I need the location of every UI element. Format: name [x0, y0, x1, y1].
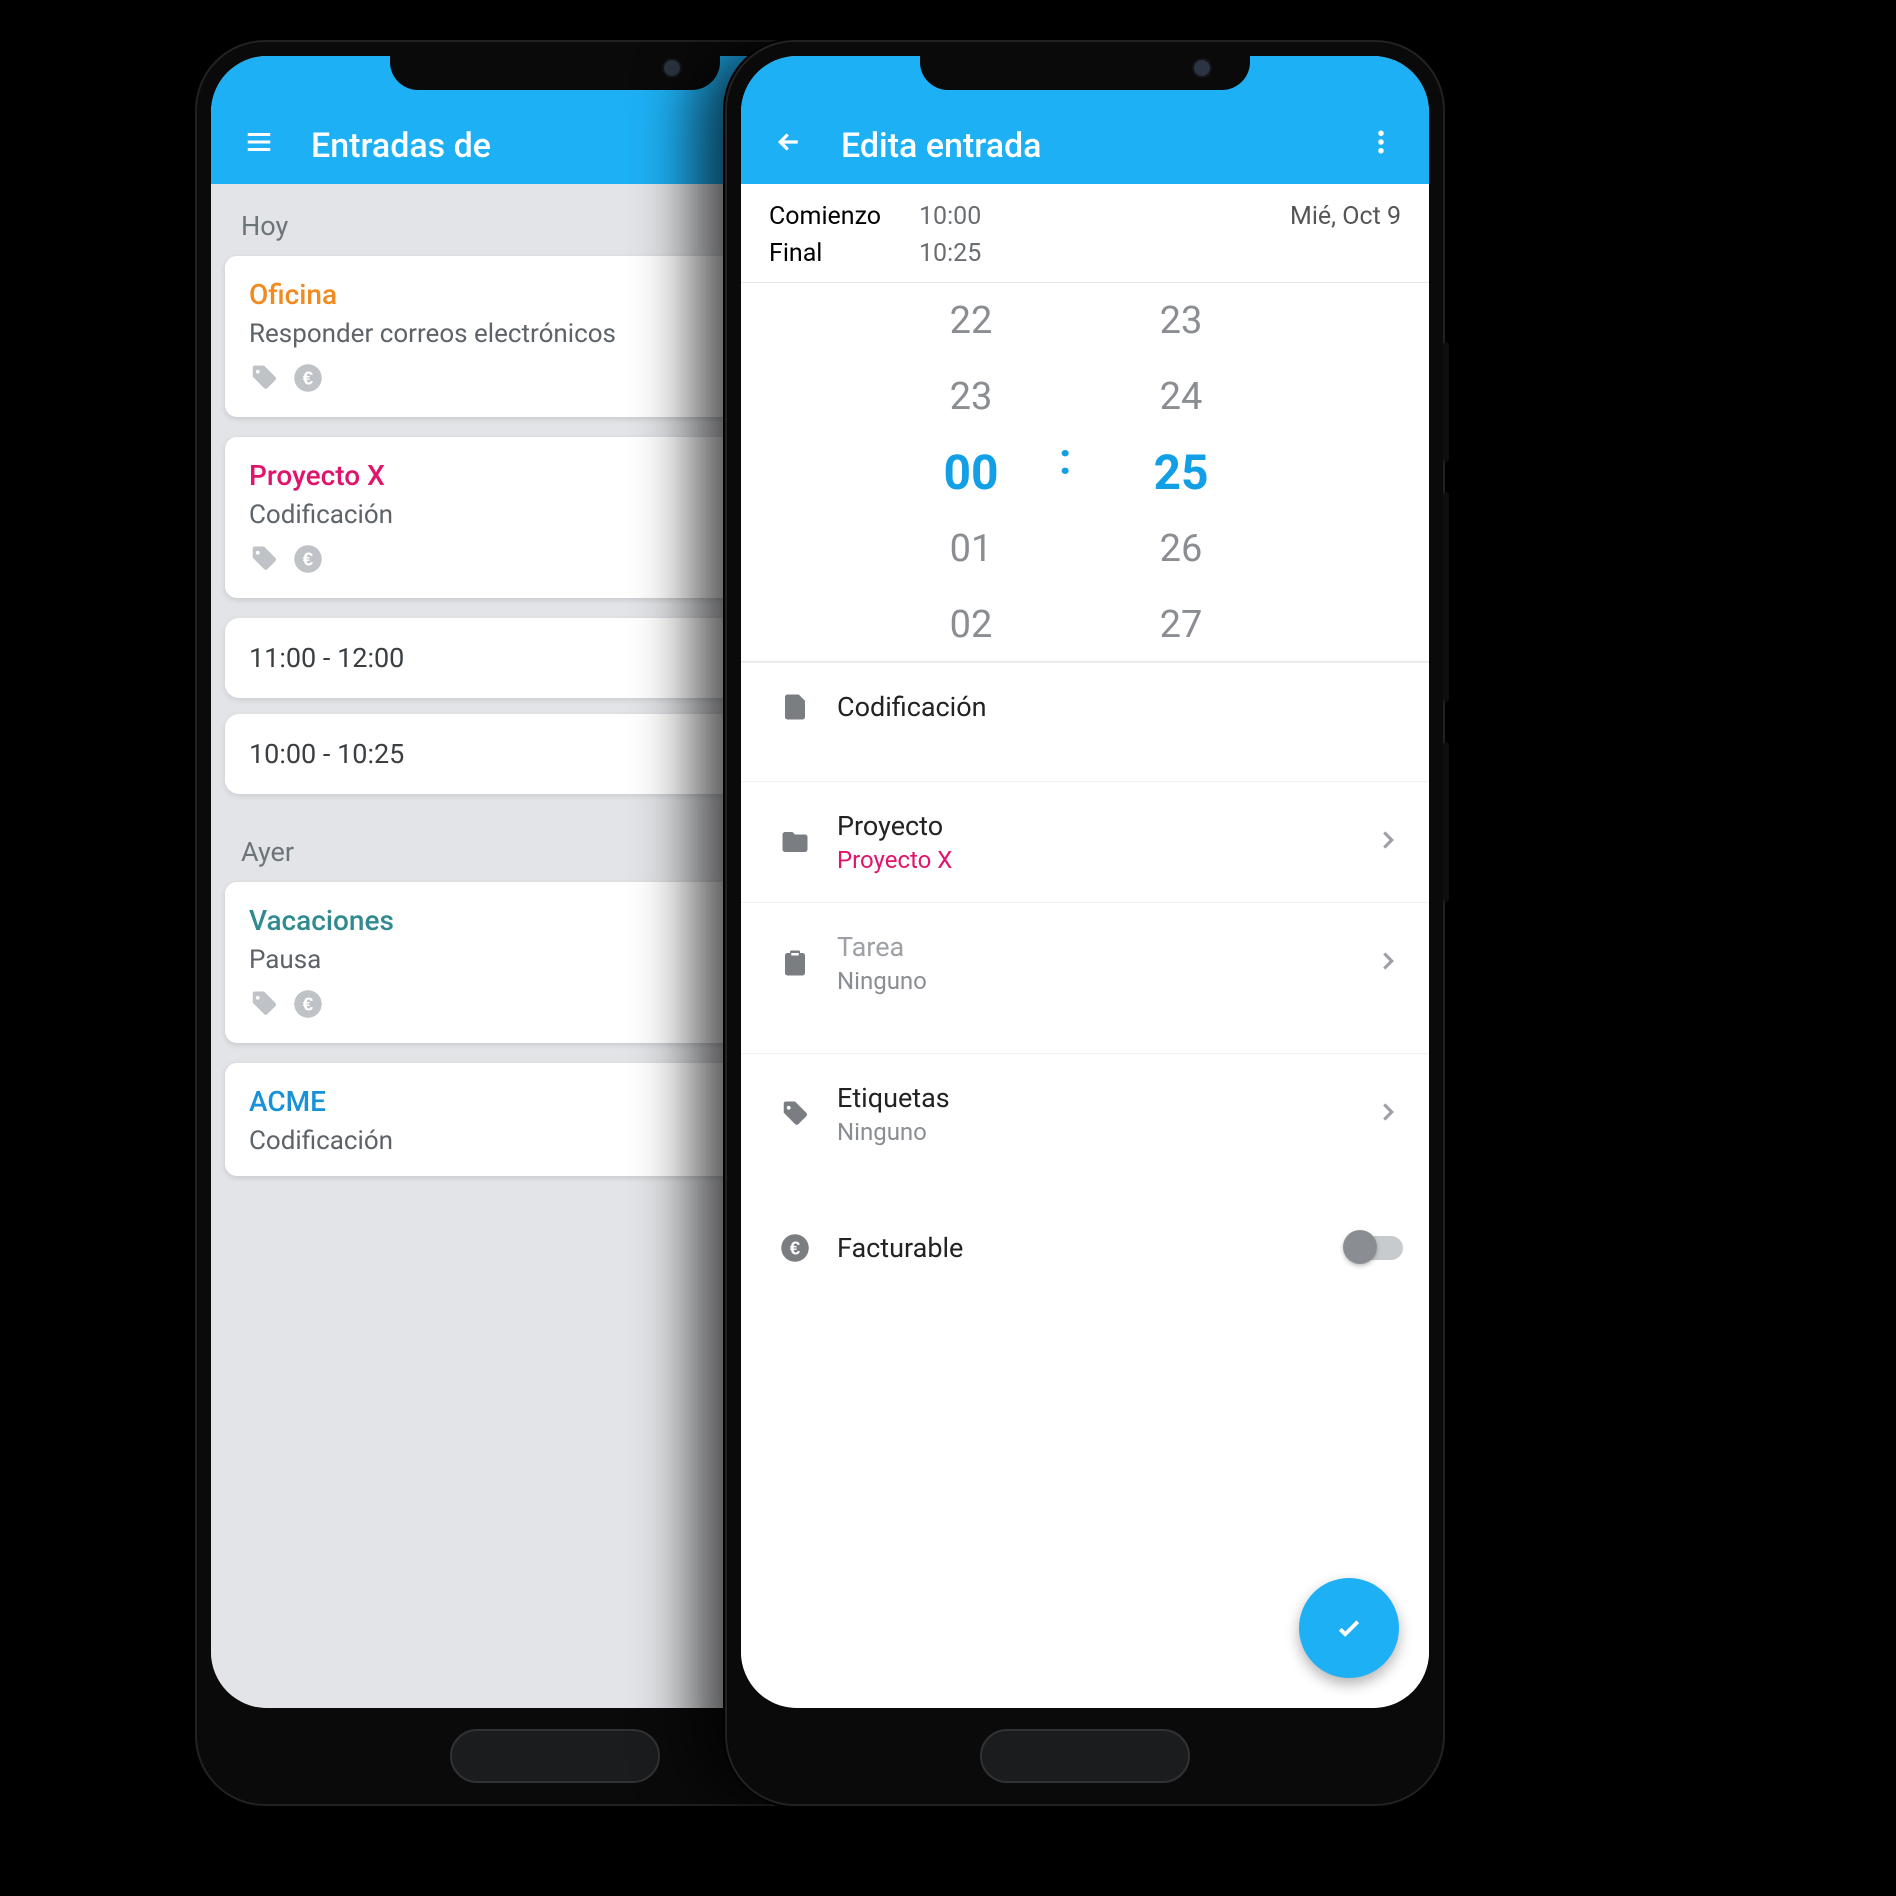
- euro-icon: €: [293, 363, 323, 397]
- task-label: Tarea: [837, 931, 1373, 963]
- clipboard-icon: [767, 948, 823, 978]
- time-fields: Comienzo 10:00 Mié, Oct 9 Final 10:25: [741, 184, 1429, 282]
- billable-toggle[interactable]: [1345, 1236, 1403, 1260]
- tag-icon: [767, 1099, 823, 1129]
- entry-date[interactable]: Mié, Oct 9: [1290, 202, 1401, 231]
- billable-row[interactable]: € Facturable: [741, 1204, 1429, 1292]
- menu-icon[interactable]: [235, 118, 283, 166]
- description-row[interactable]: Codificación: [741, 662, 1429, 751]
- svg-text:€: €: [790, 1237, 801, 1258]
- tags-row[interactable]: Etiquetas Ninguno: [741, 1053, 1429, 1174]
- tags-label: Etiquetas: [837, 1082, 1373, 1114]
- tag-icon: [249, 544, 279, 578]
- android-nav: [727, 1708, 1443, 1804]
- tag-icon: [249, 989, 279, 1023]
- confirm-button[interactable]: [1299, 1578, 1399, 1678]
- task-value: Ninguno: [837, 967, 1373, 995]
- project-value: Proyecto X: [837, 846, 1373, 874]
- billable-label: Facturable: [837, 1232, 1345, 1264]
- end-label: Final: [769, 239, 919, 268]
- project-label: Proyecto: [837, 810, 1373, 842]
- appbar-title: Edita entrada: [841, 126, 1357, 166]
- svg-text:€: €: [303, 367, 314, 388]
- svg-text:€: €: [303, 548, 314, 569]
- project-row[interactable]: Proyecto Proyecto X: [741, 781, 1429, 902]
- hours-column[interactable]: 22 23 00 01 02: [911, 283, 1031, 662]
- euro-icon: €: [293, 989, 323, 1023]
- description-icon: [767, 692, 823, 722]
- start-label: Comienzo: [769, 202, 919, 231]
- duration-wheel[interactable]: 22 23 00 01 02 : 23 24 25 26 27: [741, 282, 1429, 662]
- chevron-right-icon: [1373, 946, 1403, 980]
- euro-icon: €: [767, 1233, 823, 1263]
- euro-icon: €: [293, 544, 323, 578]
- back-icon[interactable]: [765, 118, 813, 166]
- task-row[interactable]: Tarea Ninguno: [741, 902, 1429, 1023]
- description-value: Codificación: [837, 691, 1403, 723]
- more-icon[interactable]: [1357, 118, 1405, 166]
- wheel-separator: :: [1059, 433, 1071, 485]
- end-time[interactable]: 10:25: [919, 239, 981, 268]
- svg-text:€: €: [303, 993, 314, 1014]
- minutes-column[interactable]: 23 24 25 26 27: [1121, 283, 1241, 662]
- chevron-right-icon: [1373, 1097, 1403, 1131]
- tag-icon: [249, 363, 279, 397]
- tags-value: Ninguno: [837, 1118, 1373, 1146]
- chevron-right-icon: [1373, 825, 1403, 859]
- phone-edit: Edita entrada Comienzo 10:00 Mié, Oct 9 …: [725, 40, 1445, 1806]
- folder-icon: [767, 827, 823, 857]
- start-time[interactable]: 10:00: [919, 202, 981, 231]
